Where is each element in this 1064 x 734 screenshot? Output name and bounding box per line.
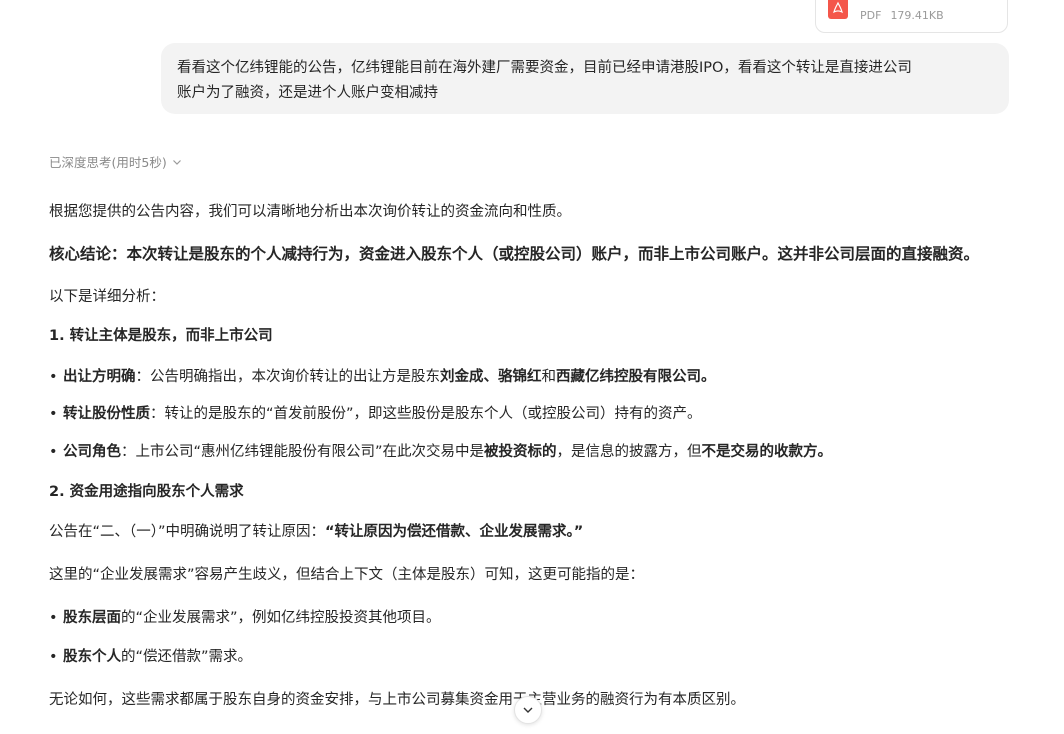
bullet-text: 的“企业发展需求”，例如亿纬控股投资其他项目。 xyxy=(121,610,441,626)
section-2-heading: 2. 资金用途指向股东个人需求 xyxy=(49,484,244,500)
bullet-label: 公司角色 xyxy=(63,444,121,460)
scroll-to-bottom-button[interactable] xyxy=(514,696,542,724)
bullet-text: 的“偿还借款”需求。 xyxy=(121,649,253,665)
bullet-bold-2: 不是交易的收款方。 xyxy=(701,444,833,460)
bullet-text: ：公告明确指出，本次询价转让的出让方是股东 xyxy=(135,369,441,385)
pdf-file-icon xyxy=(828,0,848,19)
bullet-text-2: ，是信息的披露方，但 xyxy=(556,444,702,460)
bullet-text: ：转让的是股东的“首发前股份”，即这些股份是股东个人（或控股公司）持有的资产。 xyxy=(150,406,702,422)
bullet-dot: • xyxy=(49,369,58,385)
bullet-dot: • xyxy=(49,610,58,626)
attachment-type: PDF xyxy=(860,9,882,22)
attachment-size: 179.41KB xyxy=(890,9,944,22)
bullet-dot: • xyxy=(49,406,58,422)
para-bold-quote: “转让原因为偿还借款、企业发展需求。” xyxy=(325,524,584,540)
bullet-dot: • xyxy=(49,649,58,665)
bullet-label: 转让股份性质 xyxy=(63,406,150,422)
section-1-heading: 1. 转让主体是股东，而非上市公司 xyxy=(49,328,273,344)
bullet-bold-name-1: 刘金成、骆锦红 xyxy=(440,369,542,385)
attachment-card[interactable]: PDF 179.41KB xyxy=(815,0,1008,33)
bullet-label: 股东层面 xyxy=(63,610,121,626)
section-2-para-2: 这里的“企业发展需求”容易产生歧义，但结合上下文（主体是股东）可知，这更可能指的… xyxy=(49,567,645,583)
user-message-bubble: 看看这个亿纬锂能的公告，亿纬锂能目前在海外建厂需要资金，目前已经申请港股IPO，… xyxy=(161,43,1009,114)
arrow-down-icon xyxy=(523,707,533,713)
chevron-down-icon xyxy=(172,159,181,165)
bullet-label: 出让方明确 xyxy=(63,369,136,385)
bullet-bold-name-2: 西藏亿纬控股有限公司。 xyxy=(556,369,716,385)
chat-page: PDF 179.41KB 看看这个亿纬锂能的公告，亿纬锂能目前在海外建厂需要资金，… xyxy=(0,0,1064,734)
answer-intro: 根据您提供的公告内容，我们可以清晰地分析出本次询价转让的资金流向和性质。 xyxy=(49,204,571,220)
section-1-bullet-3: • 公司角色：上市公司“惠州亿纬锂能股份有限公司”在此次交易中是被投资标的，是信息… xyxy=(49,441,832,463)
para-text: 公告在“二、（一）”中明确说明了转让原因： xyxy=(49,524,326,540)
thinking-label: 已深度思考(用时5秒) xyxy=(49,155,167,170)
section-2-bullet-2: • 股东个人的“偿还借款”需求。 xyxy=(49,646,252,668)
thinking-toggle[interactable]: 已深度思考(用时5秒) xyxy=(49,152,182,171)
bullet-conjunction: 和 xyxy=(541,369,557,385)
section-1-bullet-1: • 出让方明确：公告明确指出，本次询价转让的出让方是股东刘金成、骆锦红和西藏亿纬控… xyxy=(49,366,716,388)
section-2-para-1: 公告在“二、（一）”中明确说明了转让原因：“转让原因为偿还借款、企业发展需求。” xyxy=(49,521,583,543)
bullet-label: 股东个人 xyxy=(63,649,121,665)
user-message-line-2: 账户为了融资，还是进个人账户变相减持 xyxy=(177,85,438,101)
bullet-dot: • xyxy=(49,444,58,460)
answer-detail-lead: 以下是详细分析： xyxy=(49,289,165,305)
attachment-meta: PDF 179.41KB xyxy=(860,9,944,22)
answer-conclusion: 核心结论：本次转让是股东的个人减持行为，资金进入股东个人（或控股公司）账户，而非… xyxy=(49,245,980,263)
bullet-text: ：上市公司“惠州亿纬锂能股份有限公司”在此次交易中是 xyxy=(121,444,485,460)
bullet-bold-1: 被投资标的 xyxy=(484,444,557,460)
section-2-bullet-1: • 股东层面的“企业发展需求”，例如亿纬控股投资其他项目。 xyxy=(49,607,441,629)
section-2-para-3: 无论如何，这些需求都属于股东自身的资金安排，与上市公司募集资金用于主营业务的融资… xyxy=(49,692,745,708)
user-message-line-1: 看看这个亿纬锂能的公告，亿纬锂能目前在海外建厂需要资金，目前已经申请港股IPO，… xyxy=(177,60,912,76)
section-1-bullet-2: • 转让股份性质：转让的是股东的“首发前股份”，即这些股份是股东个人（或控股公司）… xyxy=(49,403,702,425)
